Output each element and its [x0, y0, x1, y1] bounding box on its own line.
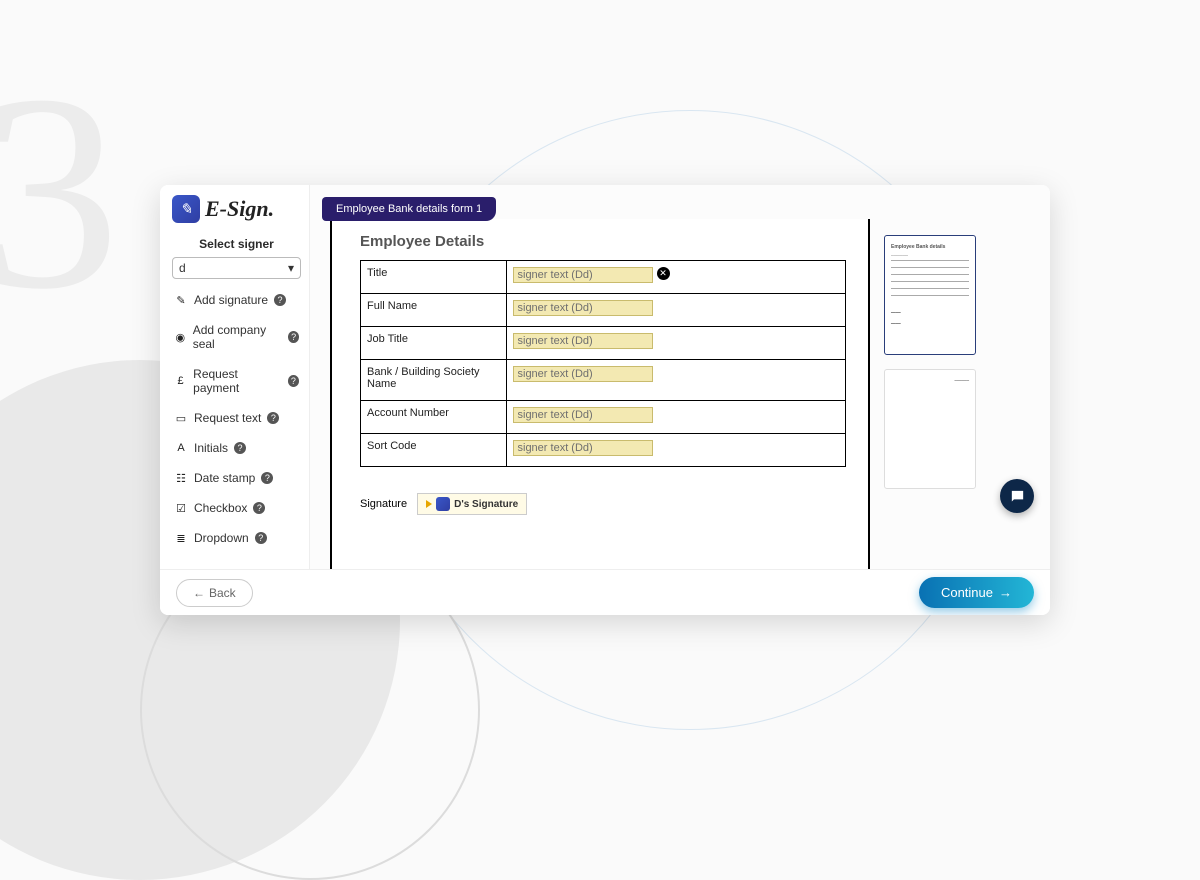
- arrow-left-icon: ←: [193, 586, 205, 600]
- help-icon[interactable]: ?: [255, 532, 267, 544]
- step-number-watermark: 3: [0, 30, 120, 353]
- logo-icon: ✎: [172, 195, 200, 223]
- signer-text-field[interactable]: signer text (Dd): [513, 333, 653, 349]
- logo-text: E-Sign.: [205, 196, 274, 222]
- app-window: ✎ E-Sign. Select signer d ▾ ✎ Add signatu…: [160, 185, 1050, 615]
- logo-small-icon: [436, 497, 450, 511]
- field-tool-checkbox[interactable]: ☑ Checkbox?: [172, 493, 301, 523]
- tool-icon: A: [174, 442, 188, 454]
- tool-icon: ▭: [174, 412, 188, 425]
- thumbnail-page-1[interactable]: Employee Bank details ────── ━━━━ ━━━━: [884, 235, 976, 355]
- continue-button[interactable]: Continue →: [919, 577, 1034, 608]
- table-row: Full Name signer text (Dd): [361, 294, 846, 327]
- play-icon: [426, 500, 432, 508]
- chevron-down-icon: ▾: [288, 261, 294, 275]
- field-label-cell: Bank / Building Society Name: [361, 360, 507, 401]
- tool-icon: ◉: [174, 331, 187, 344]
- tool-label: Add signature: [194, 293, 268, 307]
- arrow-right-icon: →: [999, 585, 1012, 600]
- help-icon[interactable]: ?: [288, 331, 299, 343]
- document-tab-label: Employee Bank details form 1: [336, 203, 482, 215]
- tool-label: Date stamp: [194, 471, 255, 485]
- field-tool-date-stamp[interactable]: ☷ Date stamp?: [172, 463, 301, 493]
- thumbnail-page-2[interactable]: ━━━━━━: [884, 369, 976, 489]
- field-tool-request-text[interactable]: ▭ Request text?: [172, 403, 301, 433]
- field-value-cell: signer text (Dd) ✕: [506, 261, 846, 294]
- tool-label: Request text: [194, 411, 261, 425]
- tool-icon: £: [174, 375, 187, 387]
- field-tool-dropdown[interactable]: ≣ Dropdown?: [172, 523, 301, 553]
- signature-row: Signature D's Signature: [360, 493, 846, 515]
- field-label-cell: Title: [361, 261, 507, 294]
- tool-label: Initials: [194, 441, 228, 455]
- tool-label: Dropdown: [194, 531, 249, 545]
- field-value-cell: signer text (Dd): [506, 360, 846, 401]
- tool-label: Request payment: [193, 367, 282, 395]
- help-icon[interactable]: ?: [288, 375, 299, 387]
- signer-text-field[interactable]: signer text (Dd): [513, 407, 653, 423]
- field-tool-add-signature[interactable]: ✎ Add signature?: [172, 285, 301, 315]
- signature-field[interactable]: D's Signature: [417, 493, 527, 515]
- tool-icon: ✎: [174, 294, 188, 307]
- table-row: Sort Code signer text (Dd): [361, 434, 846, 467]
- signer-text-field[interactable]: signer text (Dd): [513, 440, 653, 456]
- chat-icon: [1009, 488, 1026, 505]
- field-tool-initials[interactable]: A Initials?: [172, 433, 301, 463]
- signature-label: Signature: [360, 498, 407, 510]
- remove-field-icon[interactable]: ✕: [657, 267, 670, 280]
- help-icon[interactable]: ?: [274, 294, 286, 306]
- signer-select[interactable]: d ▾: [172, 257, 301, 279]
- help-icon[interactable]: ?: [234, 442, 246, 454]
- help-icon[interactable]: ?: [267, 412, 279, 424]
- field-value-cell: signer text (Dd): [506, 294, 846, 327]
- tool-label: Add company seal: [193, 323, 282, 351]
- section-heading: Employee Details: [360, 233, 846, 250]
- help-icon[interactable]: ?: [261, 472, 273, 484]
- tool-icon: ☷: [174, 472, 188, 485]
- help-icon[interactable]: ?: [253, 502, 265, 514]
- field-label-cell: Sort Code: [361, 434, 507, 467]
- field-tool-add-company-seal[interactable]: ◉ Add company seal?: [172, 315, 301, 359]
- sidebar: ✎ E-Sign. Select signer d ▾ ✎ Add signatu…: [160, 185, 310, 569]
- thumb-title: Employee Bank details: [891, 244, 969, 250]
- signer-text-field[interactable]: signer text (Dd): [513, 300, 653, 316]
- field-label-cell: Job Title: [361, 327, 507, 360]
- document-tab[interactable]: Employee Bank details form 1: [322, 197, 496, 221]
- select-signer-label: Select signer: [172, 237, 301, 251]
- field-label-cell: Full Name: [361, 294, 507, 327]
- logo: ✎ E-Sign.: [172, 195, 301, 223]
- signer-text-field[interactable]: signer text (Dd): [513, 366, 653, 382]
- document-editor: Employee Bank details form 1 Employee De…: [310, 185, 1050, 569]
- back-label: Back: [209, 586, 236, 600]
- tool-label: Checkbox: [194, 501, 247, 515]
- back-button[interactable]: ← Back: [176, 579, 253, 607]
- signer-text-field[interactable]: signer text (Dd): [513, 267, 653, 283]
- continue-label: Continue: [941, 585, 993, 600]
- tool-icon: ☑: [174, 502, 188, 515]
- chat-launcher[interactable]: [1000, 479, 1034, 513]
- page-thumbnails: Employee Bank details ────── ━━━━ ━━━━ ━…: [870, 185, 990, 569]
- footer-bar: ← Back Continue →: [160, 569, 1050, 615]
- tool-icon: ≣: [174, 532, 188, 545]
- field-tool-request-payment[interactable]: £ Request payment?: [172, 359, 301, 403]
- details-table: Titlesigner text (Dd)✕Full Namesigner te…: [360, 260, 846, 467]
- field-value-cell: signer text (Dd): [506, 327, 846, 360]
- field-value-cell: signer text (Dd): [506, 401, 846, 434]
- field-value-cell: signer text (Dd): [506, 434, 846, 467]
- document-canvas[interactable]: Employee Details Title signer text (Dd) ✕ F…: [330, 219, 870, 569]
- table-row: Bank / Building Society Name signer text …: [361, 360, 846, 401]
- table-row: Account Number signer text (Dd): [361, 401, 846, 434]
- table-row: Job Title signer text (Dd): [361, 327, 846, 360]
- table-row: Title signer text (Dd) ✕: [361, 261, 846, 294]
- signer-select-value: d: [179, 261, 186, 275]
- signature-chip-label: D's Signature: [454, 499, 518, 510]
- field-label-cell: Account Number: [361, 401, 507, 434]
